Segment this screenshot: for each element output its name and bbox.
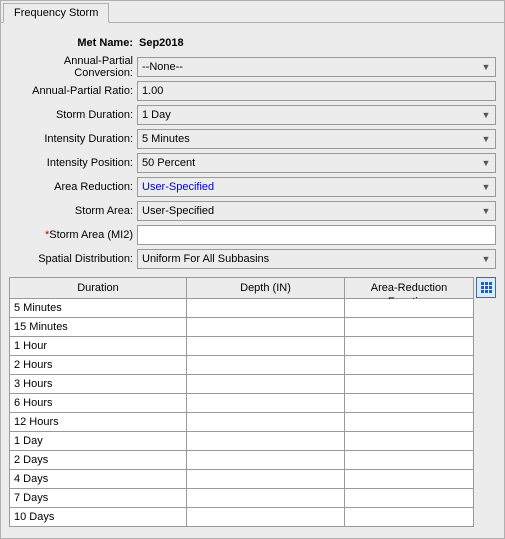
intensity-position-label: Intensity Position: — [9, 157, 137, 169]
table-row[interactable]: 12 Hours — [10, 413, 474, 432]
cell-duration[interactable]: 5 Minutes — [10, 299, 187, 318]
cell-depth[interactable] — [187, 299, 345, 318]
storm-area-mi2-input[interactable] — [137, 225, 496, 245]
cell-duration[interactable]: 2 Days — [10, 451, 187, 470]
cell-arf[interactable] — [345, 432, 474, 451]
storm-duration-select[interactable]: 1 Day ▼ — [137, 105, 496, 125]
tab-strip: Frequency Storm — [1, 1, 504, 23]
cell-duration[interactable]: 15 Minutes — [10, 318, 187, 337]
annual-partial-conversion-select[interactable]: --None-- ▼ — [137, 57, 496, 77]
cell-depth[interactable] — [187, 375, 345, 394]
intensity-duration-label: Intensity Duration: — [9, 133, 137, 145]
table-row[interactable]: 4 Days — [10, 470, 474, 489]
select-text: Uniform For All Subbasins — [142, 253, 479, 265]
cell-arf[interactable] — [345, 489, 474, 508]
select-text: 5 Minutes — [142, 133, 479, 145]
table-row[interactable]: 3 Hours — [10, 375, 474, 394]
annual-partial-conversion-label: Annual-Partial Conversion: — [9, 55, 137, 79]
duration-depth-table: Duration Depth (IN) Area-Reduction Funct… — [9, 277, 474, 527]
table-header-row: Duration Depth (IN) Area-Reduction Funct… — [10, 278, 474, 299]
cell-depth[interactable] — [187, 489, 345, 508]
select-text: User-Specified — [142, 181, 479, 193]
select-text: User-Specified — [142, 205, 479, 217]
cell-arf[interactable] — [345, 413, 474, 432]
cell-arf[interactable] — [345, 508, 474, 527]
cell-duration[interactable]: 3 Hours — [10, 375, 187, 394]
area-reduction-label: Area Reduction: — [9, 181, 137, 193]
cell-duration[interactable]: 1 Day — [10, 432, 187, 451]
storm-area-mi2-label: *Storm Area (MI2) — [9, 229, 137, 241]
cell-arf[interactable] — [345, 375, 474, 394]
select-text: 1 Day — [142, 109, 479, 121]
table-row[interactable]: 1 Hour — [10, 337, 474, 356]
col-header-duration[interactable]: Duration — [10, 278, 187, 299]
chevron-down-icon: ▼ — [479, 207, 493, 216]
frequency-storm-panel: Frequency Storm Met Name: Sep2018 Annual… — [0, 0, 505, 539]
cell-arf[interactable] — [345, 318, 474, 337]
cell-duration[interactable]: 6 Hours — [10, 394, 187, 413]
cell-depth[interactable] — [187, 394, 345, 413]
annual-partial-ratio-input[interactable]: 1.00 — [137, 81, 496, 101]
cell-depth[interactable] — [187, 337, 345, 356]
chevron-down-icon: ▼ — [479, 135, 493, 144]
select-text: 50 Percent — [142, 157, 479, 169]
cell-depth[interactable] — [187, 432, 345, 451]
cell-arf[interactable] — [345, 451, 474, 470]
col-header-depth[interactable]: Depth (IN) — [187, 278, 345, 299]
table-row[interactable]: 2 Days — [10, 451, 474, 470]
cell-depth[interactable] — [187, 470, 345, 489]
area-reduction-select[interactable]: User-Specified ▼ — [137, 177, 496, 197]
chevron-down-icon: ▼ — [479, 111, 493, 120]
cell-arf[interactable] — [345, 299, 474, 318]
chevron-down-icon: ▼ — [479, 183, 493, 192]
spatial-distribution-select[interactable]: Uniform For All Subbasins ▼ — [137, 249, 496, 269]
cell-arf[interactable] — [345, 356, 474, 375]
select-text: --None-- — [142, 61, 479, 73]
table-body: 5 Minutes15 Minutes1 Hour2 Hours3 Hours6… — [10, 299, 474, 527]
cell-duration[interactable]: 12 Hours — [10, 413, 187, 432]
table-area: Duration Depth (IN) Area-Reduction Funct… — [1, 277, 504, 535]
chevron-down-icon: ▼ — [479, 255, 493, 264]
cell-arf[interactable] — [345, 470, 474, 489]
annual-partial-ratio-label: Annual-Partial Ratio: — [9, 85, 137, 97]
intensity-position-select[interactable]: 50 Percent ▼ — [137, 153, 496, 173]
table-options-button[interactable] — [476, 277, 496, 298]
table-row[interactable]: 1 Day — [10, 432, 474, 451]
cell-duration[interactable]: 10 Days — [10, 508, 187, 527]
table-row[interactable]: 15 Minutes — [10, 318, 474, 337]
cell-arf[interactable] — [345, 394, 474, 413]
storm-area-label: Storm Area: — [9, 205, 137, 217]
form-area: Met Name: Sep2018 Annual-Partial Convers… — [1, 23, 504, 277]
tab-frequency-storm[interactable]: Frequency Storm — [3, 3, 109, 23]
table-row[interactable]: 2 Hours — [10, 356, 474, 375]
storm-duration-label: Storm Duration: — [9, 109, 137, 121]
storm-area-select[interactable]: User-Specified ▼ — [137, 201, 496, 221]
cell-depth[interactable] — [187, 451, 345, 470]
chevron-down-icon: ▼ — [479, 159, 493, 168]
cell-duration[interactable]: 1 Hour — [10, 337, 187, 356]
cell-depth[interactable] — [187, 508, 345, 527]
cell-duration[interactable]: 4 Days — [10, 470, 187, 489]
chevron-down-icon: ▼ — [479, 63, 493, 72]
cell-duration[interactable]: 2 Hours — [10, 356, 187, 375]
cell-duration[interactable]: 7 Days — [10, 489, 187, 508]
table-row[interactable]: 6 Hours — [10, 394, 474, 413]
cell-depth[interactable] — [187, 413, 345, 432]
table-row[interactable]: 7 Days — [10, 489, 474, 508]
spatial-distribution-label: Spatial Distribution: — [9, 253, 137, 265]
cell-arf[interactable] — [345, 337, 474, 356]
intensity-duration-select[interactable]: 5 Minutes ▼ — [137, 129, 496, 149]
col-header-arf[interactable]: Area-Reduction Function — [345, 278, 474, 299]
grid-icon — [481, 282, 492, 293]
met-name-value: Sep2018 — [137, 33, 496, 53]
table-row[interactable]: 5 Minutes — [10, 299, 474, 318]
table-row[interactable]: 10 Days — [10, 508, 474, 527]
cell-depth[interactable] — [187, 356, 345, 375]
cell-depth[interactable] — [187, 318, 345, 337]
met-name-label: Met Name: — [9, 37, 137, 49]
